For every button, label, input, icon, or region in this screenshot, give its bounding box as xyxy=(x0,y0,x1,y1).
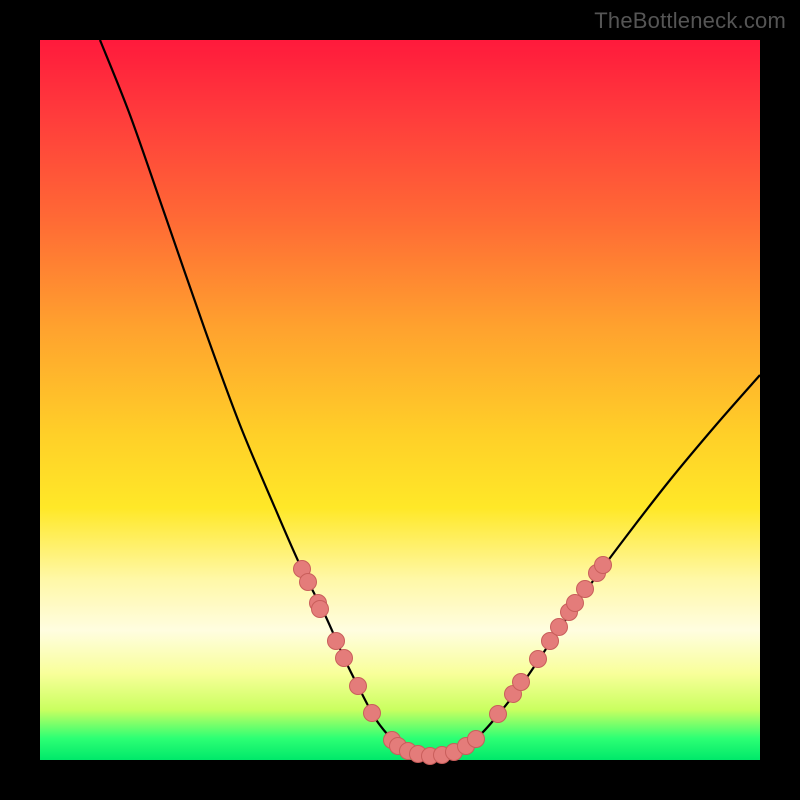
data-dot xyxy=(364,705,381,722)
plot-area xyxy=(40,40,760,760)
chart-frame: TheBottleneck.com xyxy=(0,0,800,800)
data-dot xyxy=(513,674,530,691)
data-dot xyxy=(567,595,584,612)
attribution-text: TheBottleneck.com xyxy=(594,8,786,34)
data-dot xyxy=(350,678,367,695)
data-dot xyxy=(312,601,329,618)
data-dot xyxy=(490,706,507,723)
bottom-dots xyxy=(384,731,485,765)
left-dots xyxy=(294,561,381,722)
v-curve xyxy=(100,40,760,757)
data-dot xyxy=(300,574,317,591)
data-dot xyxy=(595,557,612,574)
data-dot xyxy=(468,731,485,748)
data-dot xyxy=(530,651,547,668)
data-dot xyxy=(551,619,568,636)
chart-svg xyxy=(40,40,760,760)
data-dot xyxy=(336,650,353,667)
data-dot xyxy=(328,633,345,650)
data-dot xyxy=(577,581,594,598)
